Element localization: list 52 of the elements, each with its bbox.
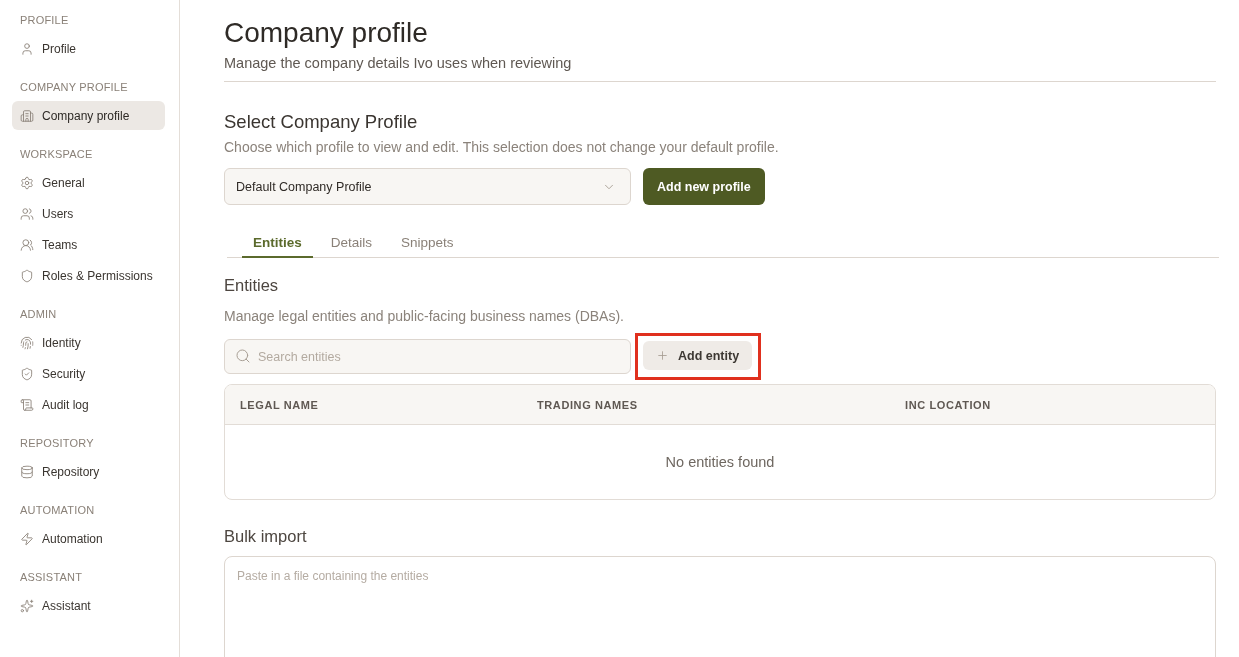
search-field[interactable]: Search entities xyxy=(224,339,631,374)
column-header: LEGAL NAME xyxy=(239,398,320,411)
sidebar-item[interactable]: Assistant xyxy=(12,591,165,620)
sparkles-icon xyxy=(20,598,34,613)
users-icon xyxy=(20,206,34,221)
building-icon xyxy=(20,108,34,123)
tab[interactable]: Snippets xyxy=(390,230,465,258)
section-title: Entities xyxy=(224,275,280,296)
sidebar-item[interactable]: Profile xyxy=(12,34,165,63)
add-profile-button[interactable]: Add new profile xyxy=(643,168,765,205)
sidebar-item[interactable]: Automation xyxy=(12,524,165,553)
sidebar-item[interactable]: General xyxy=(12,168,165,197)
section-description: Manage legal entities and public-facing business names (DBAs). xyxy=(224,307,625,326)
sidebar-item[interactable]: Users xyxy=(12,199,165,228)
sidebar-item[interactable]: Company profile xyxy=(12,101,165,130)
shield-check-icon xyxy=(20,366,34,381)
shield-icon xyxy=(20,268,34,283)
empty-message: No entities found xyxy=(665,454,775,470)
column-header: TRADING NAMES xyxy=(536,398,639,411)
sidebar-item[interactable]: Repository xyxy=(12,457,165,486)
section-heading: ASSISTANT xyxy=(19,570,84,585)
page-subtitle: Manage the company details Ivo uses when reviewing xyxy=(224,54,573,73)
section-heading: AUTOMATION xyxy=(19,503,96,518)
lightning-icon xyxy=(20,531,34,546)
tab[interactable]: Entities xyxy=(242,230,313,258)
scroll-icon xyxy=(20,397,34,412)
section-title: Bulk import xyxy=(224,526,308,547)
fingerprint-icon xyxy=(20,335,34,350)
sidebar-item[interactable]: Roles & Permissions xyxy=(12,261,165,290)
sidebar-item[interactable]: Teams xyxy=(12,230,165,259)
users-icon xyxy=(20,237,34,252)
profile-dropdown[interactable]: Default Company Profile xyxy=(224,168,631,205)
search-icon xyxy=(235,348,251,364)
column-header: INC LOCATION xyxy=(904,398,992,411)
database-icon xyxy=(20,464,34,479)
sidebar-item[interactable]: Identity xyxy=(12,328,165,357)
section-title: Select Company Profile xyxy=(224,110,419,134)
bulk-import-field[interactable]: Paste in a file containing the entities xyxy=(224,556,1216,657)
section-description: Choose which profile to view and edit. This selection does not change your default profile. xyxy=(224,138,780,157)
section-heading: COMPANY PROFILE xyxy=(19,80,129,95)
person-icon xyxy=(20,41,34,56)
section-heading: ADMIN xyxy=(19,307,58,322)
section-heading: PROFILE xyxy=(19,13,70,28)
add-entity-button[interactable]: Add entity xyxy=(643,341,753,370)
section-heading: WORKSPACE xyxy=(19,147,94,162)
sidebar-item[interactable]: Security xyxy=(12,359,165,388)
plus-icon xyxy=(656,349,669,362)
gear-icon xyxy=(20,175,34,190)
sidebar-item[interactable]: Audit log xyxy=(12,390,165,419)
page-title: Company profile xyxy=(224,16,429,50)
tab[interactable]: Details xyxy=(319,230,384,258)
section-heading: REPOSITORY xyxy=(19,436,95,451)
